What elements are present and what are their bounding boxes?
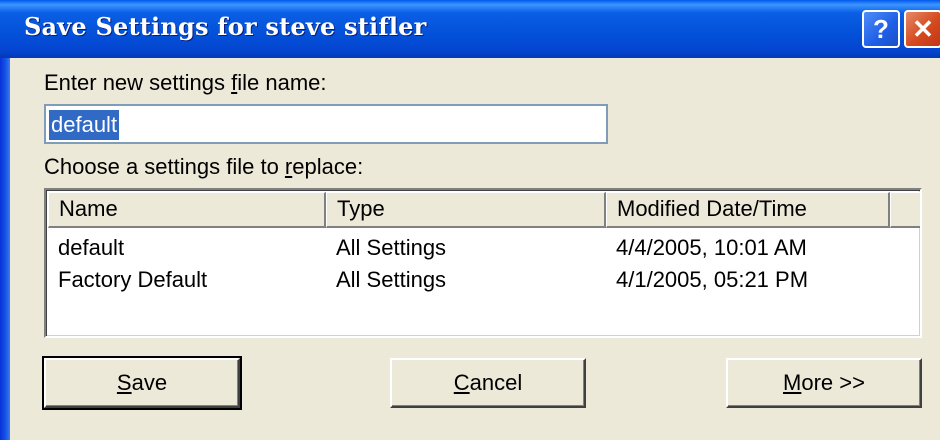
file-name-value: default bbox=[49, 110, 120, 140]
cancel-button[interactable]: Cancel bbox=[390, 358, 586, 408]
row-modified: 4/4/2005, 10:01 AM bbox=[616, 235, 807, 260]
file-name-label: Enter new settings file name: bbox=[44, 70, 327, 95]
settings-file-list[interactable]: Name Type Modified Date/Time default All… bbox=[44, 188, 922, 338]
file-name-input[interactable]: default bbox=[44, 104, 608, 144]
list-item[interactable]: Factory Default All Settings 4/1/2005, 0… bbox=[48, 264, 920, 296]
row-type: All Settings bbox=[336, 267, 447, 292]
save-settings-dialog: Save Settings for steve stifler ? ✕ Ente… bbox=[0, 0, 940, 440]
more-button[interactable]: More >> bbox=[726, 358, 922, 408]
replace-file-label: Choose a settings file to replace: bbox=[44, 154, 364, 179]
help-icon[interactable]: ? bbox=[862, 10, 900, 48]
row-name: default bbox=[58, 235, 125, 260]
list-header: Name Type Modified Date/Time bbox=[48, 192, 920, 228]
row-modified: 4/1/2005, 05:21 PM bbox=[616, 267, 809, 292]
window-title: Save Settings for steve stifler bbox=[24, 12, 427, 41]
list-item[interactable]: default All Settings 4/4/2005, 10:01 AM bbox=[48, 232, 920, 264]
column-header-type[interactable]: Type bbox=[326, 192, 606, 228]
column-header-filler bbox=[890, 192, 920, 228]
row-type: All Settings bbox=[336, 235, 447, 260]
close-icon[interactable]: ✕ bbox=[904, 10, 940, 48]
column-header-name[interactable]: Name bbox=[48, 192, 326, 228]
title-bar[interactable]: Save Settings for steve stifler ? ✕ bbox=[0, 0, 940, 58]
row-name: Factory Default bbox=[58, 267, 208, 292]
window-frame-left bbox=[0, 0, 10, 440]
column-header-modified[interactable]: Modified Date/Time bbox=[606, 192, 890, 228]
save-button[interactable]: Save bbox=[42, 356, 242, 410]
